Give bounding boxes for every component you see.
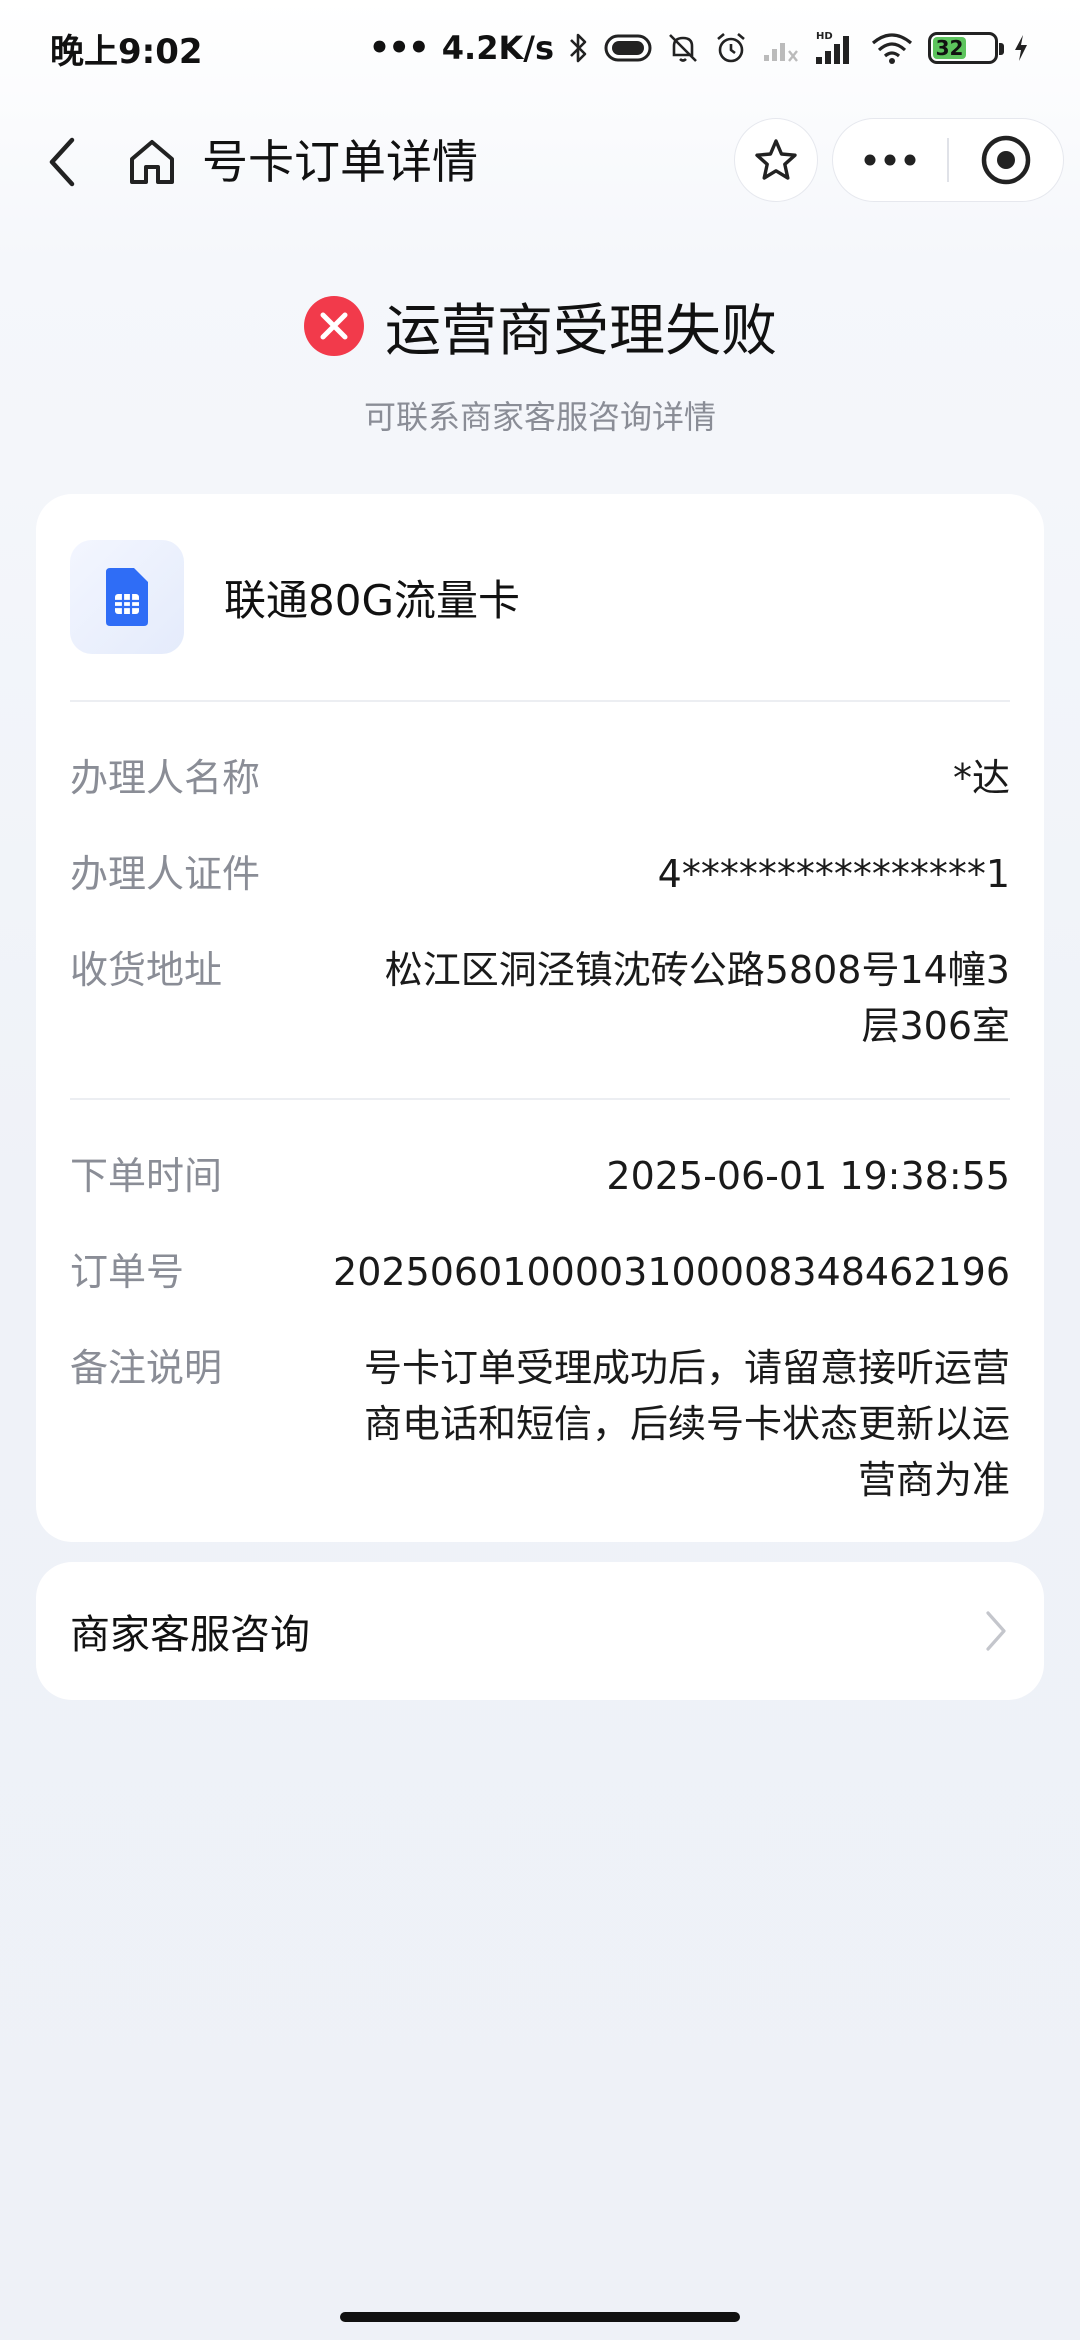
back-button[interactable]	[22, 122, 102, 202]
wifi-icon	[871, 33, 913, 64]
page-title: 号卡订单详情	[202, 135, 478, 189]
charging-icon	[1015, 35, 1027, 61]
nav-bar: 号卡订单详情	[0, 110, 1080, 214]
field-value: 2025-06-01 19:38:55	[606, 1154, 1010, 1198]
field-row-shipping-address: 收货地址 松江区洞泾镇沈砖公路5808号14幢3层306室	[70, 922, 1010, 1074]
product-icon-box	[70, 540, 184, 654]
signal-sim1-icon: HD	[816, 31, 849, 64]
applicant-info-group: 办理人名称 *达 办理人证件 4****************1 收货地址 松…	[70, 702, 1010, 1100]
signal-sim2-icon	[764, 43, 798, 62]
product-row: 联通80G流量卡	[70, 494, 1010, 702]
status-icons: ••• 4.2K/s HD 32	[369, 28, 1030, 68]
field-label: 备注说明	[70, 1346, 223, 1390]
more-dots-icon: •••	[368, 28, 430, 68]
home-icon	[130, 140, 174, 184]
close-mini-program-button[interactable]	[949, 118, 1063, 202]
mute-bell-icon	[669, 34, 697, 62]
customer-service-label: 商家客服咨询	[70, 1612, 310, 1658]
customer-service-button[interactable]: 商家客服咨询	[36, 1562, 1044, 1700]
field-label: 收货地址	[70, 948, 223, 992]
favorite-button[interactable]	[734, 118, 818, 202]
order-info-card: 联通80G流量卡 办理人名称 *达 办理人证件 4***************…	[36, 494, 1044, 1542]
field-row-order-time: 下单时间 2025-06-01 19:38:55	[70, 1128, 1010, 1224]
field-value: 号卡订单受理成功后，请留意接听运营商电话和短信，后续号卡状态更新以运营商为准	[363, 1346, 1010, 1502]
field-value: *达	[952, 756, 1010, 800]
status-bar: 晚上9:02 ••• 4.2K/s HD 32	[0, 0, 1080, 96]
vibrate-toggle-icon	[604, 34, 652, 62]
star-icon	[755, 139, 797, 180]
field-label: 订单号	[70, 1250, 185, 1294]
error-x-icon	[304, 296, 364, 356]
result-header: 运营商受理失败 可联系商家客服咨询详情	[0, 286, 1080, 438]
field-value: 松江区洞泾镇沈砖公路5808号14幢3层306室	[384, 948, 1010, 1048]
product-name: 联通80G流量卡	[224, 575, 520, 625]
chevron-right-icon	[986, 1611, 1006, 1651]
field-row-applicant-name: 办理人名称 *达	[70, 730, 1010, 826]
field-label: 办理人证件	[70, 852, 261, 896]
chevron-left-icon	[49, 137, 75, 187]
field-value: 20250601000031000083484621​96	[333, 1250, 1010, 1294]
field-value: 4****************1	[657, 852, 1010, 896]
mini-program-capsule	[832, 118, 1064, 202]
field-label: 办理人名称	[70, 756, 261, 800]
order-info-group: 下单时间 2025-06-01 19:38:55 订单号 20250601000…	[70, 1100, 1010, 1552]
field-label: 下单时间	[70, 1154, 223, 1198]
target-close-icon	[981, 135, 1031, 185]
status-time: 晚上9:02	[50, 31, 203, 72]
home-indicator	[340, 2312, 740, 2322]
home-button[interactable]	[112, 122, 192, 202]
result-subtitle: 可联系商家客服咨询详情	[363, 398, 716, 436]
result-title: 运营商受理失败	[385, 298, 777, 364]
svg-text:HD: HD	[816, 31, 833, 42]
alarm-icon	[717, 33, 745, 63]
battery-level: 32	[933, 36, 966, 60]
field-row-applicant-id: 办理人证件 4****************1	[70, 826, 1010, 922]
network-speed: 4.2K/s	[441, 29, 554, 67]
more-dots-icon	[864, 154, 916, 166]
more-button[interactable]	[833, 118, 947, 202]
sim-card-icon	[106, 568, 148, 626]
field-row-remarks: 备注说明 号卡订单受理成功后，请留意接听运营商电话和短信，后续号卡状态更新以运营…	[70, 1320, 1010, 1528]
result-status: 运营商受理失败	[0, 286, 1080, 366]
field-row-order-number: 订单号 20250601000031000083484621​96	[70, 1224, 1010, 1320]
bluetooth-icon	[570, 33, 587, 63]
battery-icon: 32	[928, 32, 1004, 64]
